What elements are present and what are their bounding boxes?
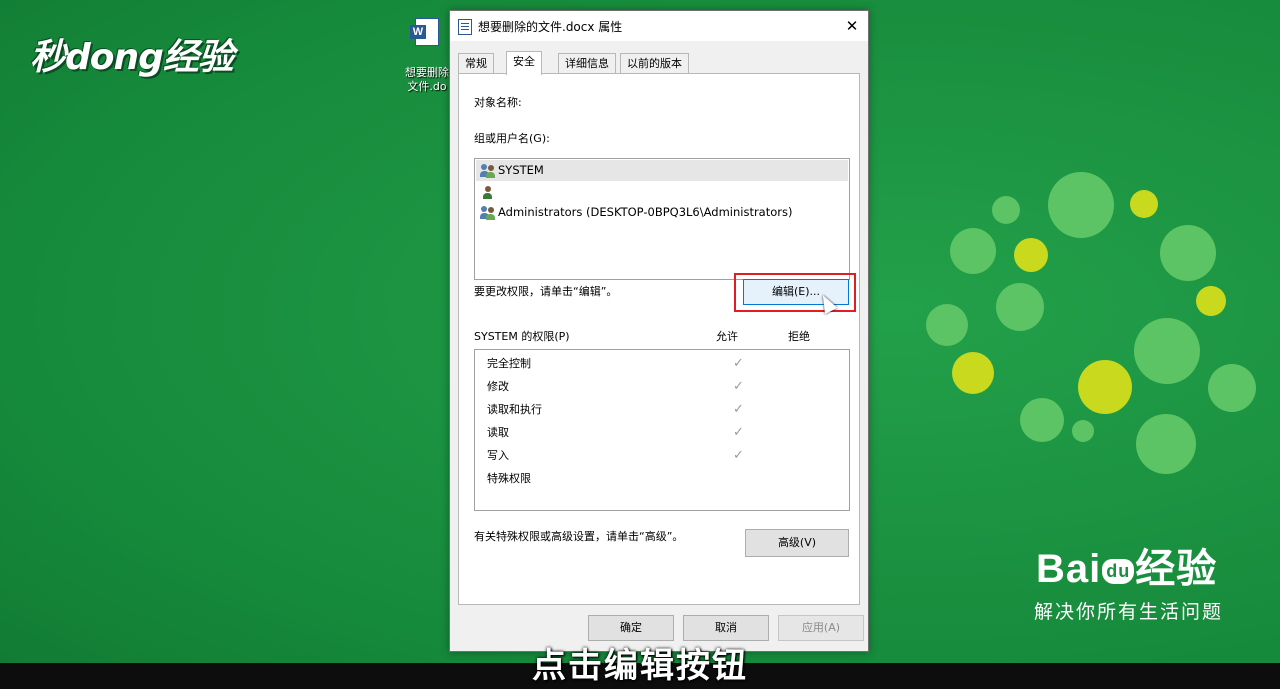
advanced-button[interactable]: 高级(V) xyxy=(745,529,849,557)
video-subtitle: 点击编辑按钮 xyxy=(532,646,748,686)
permission-row: 读取和执行 ✓ xyxy=(487,400,847,420)
tab-details[interactable]: 详细信息 xyxy=(558,53,616,74)
object-name-label: 对象名称: xyxy=(474,96,522,109)
user-name: SYSTEM xyxy=(498,163,544,177)
desktop-file-icon[interactable]: W 想要删除 文件.do xyxy=(405,18,449,94)
tab-security[interactable]: 安全 xyxy=(506,51,542,75)
tab-previous-versions[interactable]: 以前的版本 xyxy=(620,53,689,74)
advanced-hint: 有关特殊权限或高级设置，请单击“高级”。 xyxy=(474,530,684,543)
edit-button-highlight xyxy=(734,273,856,312)
permission-row: 读取 ✓ xyxy=(487,423,847,443)
change-permissions-hint: 要更改权限，请单击“编辑”。 xyxy=(474,285,618,298)
user-icon xyxy=(480,185,496,199)
permission-row: 修改 ✓ xyxy=(487,377,847,397)
users-group-icon xyxy=(480,164,496,178)
baidu-jingyan-logo: Bai du 经验 xyxy=(1036,547,1218,591)
list-item[interactable]: Administrators (DESKTOP-0BPQ3L6\Administ… xyxy=(476,202,848,223)
baidu-slogan: 解决你所有生活问题 xyxy=(1034,601,1224,623)
list-item[interactable]: SYSTEM xyxy=(476,160,848,181)
close-button[interactable]: ✕ xyxy=(840,14,864,38)
permissions-list: 完全控制 ✓ 修改 ✓ 读取和执行 ✓ 读取 ✓ 写入 ✓ 特殊权限 xyxy=(474,349,850,511)
miaodong-logo: 秒dong经验 xyxy=(30,37,234,78)
list-item[interactable] xyxy=(476,181,848,202)
check-icon: ✓ xyxy=(733,425,744,440)
permission-row: 特殊权限 xyxy=(487,472,531,485)
dialog-title: 想要删除的文件.docx 属性 xyxy=(478,20,623,34)
permission-row: 写入 ✓ xyxy=(487,446,847,466)
dialog-titlebar[interactable]: 想要删除的文件.docx 属性 ✕ xyxy=(450,11,868,41)
properties-dialog: 想要删除的文件.docx 属性 ✕ 常规 安全 详细信息 以前的版本 对象名称:… xyxy=(449,10,869,652)
users-group-icon xyxy=(480,206,496,220)
check-icon: ✓ xyxy=(733,356,744,371)
document-icon xyxy=(458,19,472,35)
tab-general[interactable]: 常规 xyxy=(458,53,494,74)
user-name: Administrators (DESKTOP-0BPQ3L6\Administ… xyxy=(498,205,793,219)
security-panel: 对象名称: 组或用户名(G): SYSTEM Administrators (D… xyxy=(458,73,860,605)
groups-label: 组或用户名(G): xyxy=(474,132,550,145)
permissions-label: SYSTEM 的权限(P) xyxy=(474,330,570,343)
check-icon: ✓ xyxy=(733,448,744,463)
check-icon: ✓ xyxy=(733,379,744,394)
check-icon: ✓ xyxy=(733,402,744,417)
allow-header: 允许 xyxy=(716,330,738,343)
desktop-file-label: 想要删除 文件.do xyxy=(405,66,449,93)
word-document-icon: W xyxy=(410,18,439,46)
users-listbox[interactable]: SYSTEM Administrators (DESKTOP-0BPQ3L6\A… xyxy=(474,158,850,280)
deny-header: 拒绝 xyxy=(788,330,810,343)
permission-row: 完全控制 ✓ xyxy=(487,354,847,374)
baidu-paw-icon: du xyxy=(1102,558,1135,584)
